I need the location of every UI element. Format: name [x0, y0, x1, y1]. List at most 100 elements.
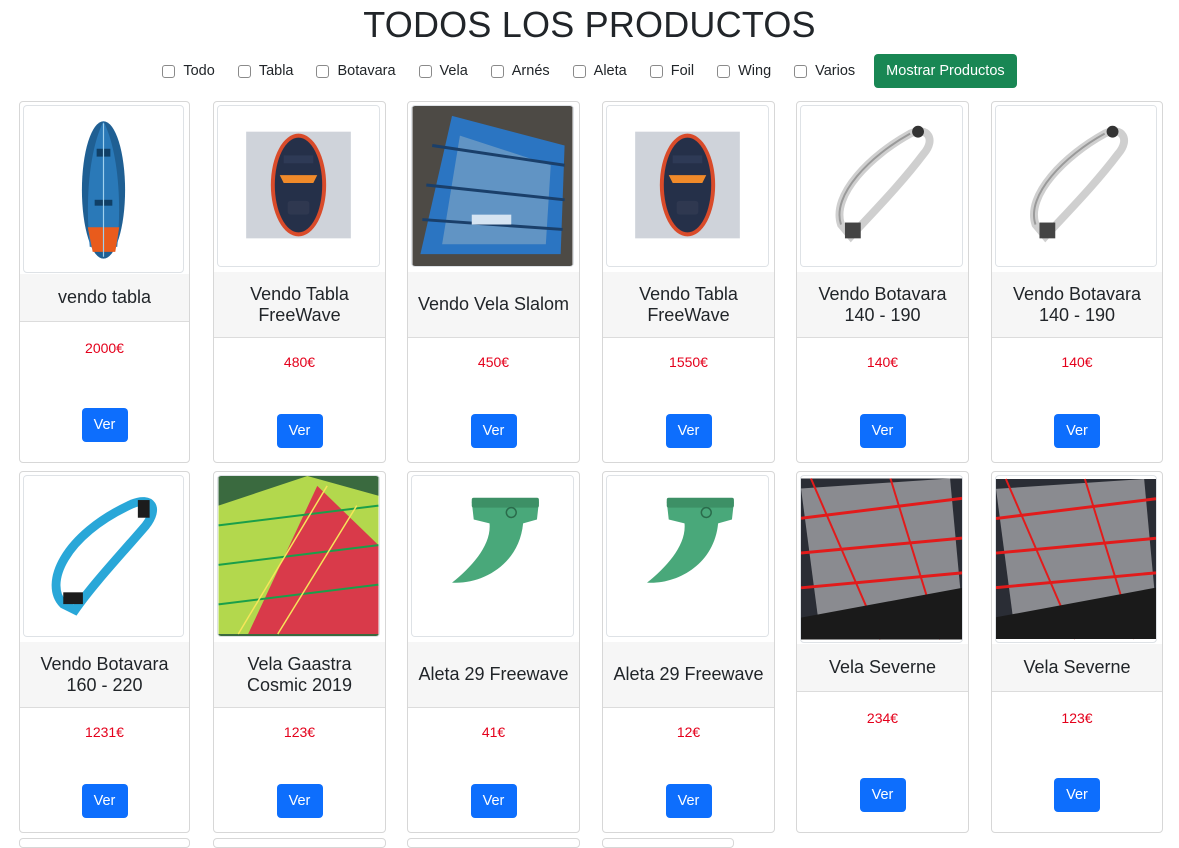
product-card-partial — [407, 838, 580, 848]
product-name: Vendo Vela Slalom — [408, 272, 579, 338]
filter-varios[interactable]: Varios — [794, 63, 855, 79]
sail-icon — [801, 478, 962, 640]
filter-label: Todo — [183, 63, 215, 79]
sail-icon — [218, 476, 379, 636]
filter-foil[interactable]: Foil — [649, 63, 694, 79]
product-name: Vendo Tabla FreeWave — [214, 272, 385, 338]
product-card-partial — [602, 838, 734, 848]
product-card-partial — [213, 838, 386, 848]
product-name: Vela Severne — [797, 644, 968, 692]
filter-botavara[interactable]: Botavara — [316, 63, 396, 79]
product-image — [606, 475, 769, 637]
show-products-button[interactable]: Mostrar Productos — [874, 54, 1017, 88]
product-price: 140€ — [1061, 354, 1093, 370]
page-title: TODOS LOS PRODUCTOS — [363, 4, 816, 45]
product-name: vendo tabla — [20, 274, 189, 322]
product-card: Vendo Vela Slalom 450€ Ver — [407, 101, 580, 463]
checkbox[interactable] — [490, 64, 504, 78]
product-price: 450€ — [477, 354, 510, 370]
filter-label: Varios — [815, 63, 856, 79]
sail-icon — [412, 106, 573, 266]
product-price: 123€ — [283, 724, 316, 740]
product-image — [23, 475, 184, 637]
product-price: 1231€ — [85, 724, 124, 740]
product-name: Aleta 29 Freewave — [603, 642, 774, 708]
view-product-button[interactable]: Ver — [1054, 778, 1100, 812]
view-product-button[interactable]: Ver — [665, 414, 712, 448]
product-card: Vela Severne 123€ Ver — [991, 471, 1163, 833]
checkbox[interactable] — [162, 64, 176, 78]
view-product-button[interactable]: Ver — [81, 784, 128, 818]
product-name: Vela Gaastra Cosmic 2019 — [214, 642, 385, 708]
sail-icon — [996, 478, 1156, 640]
product-card: vendo tabla 2000€ Ver — [19, 101, 190, 463]
product-name: Vendo Botavara 160 - 220 — [20, 642, 189, 708]
filter-todo[interactable]: Todo — [162, 63, 215, 79]
checkbox[interactable] — [572, 64, 586, 78]
filter-tabla[interactable]: Tabla — [237, 63, 294, 79]
view-product-button[interactable]: Ver — [859, 414, 906, 448]
product-price: 1550€ — [669, 354, 708, 370]
product-card: Vela Severne 234€ Ver — [796, 471, 969, 833]
view-product-button[interactable]: Ver — [1054, 414, 1100, 448]
product-name: Vendo Botavara 140 - 190 — [992, 272, 1162, 338]
product-price: 480€ — [283, 354, 316, 370]
product-image — [995, 475, 1157, 643]
view-product-button[interactable]: Ver — [859, 778, 906, 812]
checkbox[interactable] — [794, 64, 808, 78]
checkbox[interactable] — [649, 64, 663, 78]
boom-icon — [24, 476, 183, 636]
view-product-button[interactable]: Ver — [665, 784, 712, 818]
product-card: Vela Gaastra Cosmic 2019 123€ Ver — [213, 471, 386, 833]
board-icon — [607, 106, 768, 266]
product-card: Aleta 29 Freewave 41€ Ver — [407, 471, 580, 833]
product-price: 41€ — [481, 724, 506, 740]
filter-vela[interactable]: Vela — [418, 63, 468, 79]
filter-arnes[interactable]: Arnés — [490, 63, 550, 79]
product-card-partial — [19, 838, 190, 848]
product-price: 140€ — [866, 354, 899, 370]
fin-icon — [412, 476, 573, 636]
product-image — [217, 105, 380, 267]
product-image — [411, 475, 574, 637]
filter-label: Tabla — [258, 63, 294, 79]
filter-label: Vela — [439, 63, 468, 79]
product-name: Aleta 29 Freewave — [408, 642, 579, 708]
product-price: 234€ — [866, 710, 899, 726]
product-image — [800, 475, 963, 643]
checkbox[interactable] — [316, 64, 330, 78]
product-price: 123€ — [1061, 710, 1093, 726]
product-card: Vendo Botavara 140 - 190 140€ Ver — [991, 101, 1163, 463]
view-product-button[interactable]: Ver — [81, 408, 128, 442]
boom-icon — [801, 106, 962, 266]
product-name: Vendo Tabla FreeWave — [603, 272, 774, 338]
category-filters: Todo Tabla Botavara Vela Arnés Aleta Foi… — [0, 53, 1179, 89]
view-product-button[interactable]: Ver — [276, 414, 323, 448]
filter-wing[interactable]: Wing — [717, 63, 771, 79]
product-card: Vendo Botavara 160 - 220 1231€ Ver — [19, 471, 190, 833]
product-price: 12€ — [676, 724, 701, 740]
product-card: Vendo Tabla FreeWave 480€ Ver — [213, 101, 386, 463]
product-image — [411, 105, 574, 267]
board-icon — [218, 106, 379, 266]
fin-icon — [607, 476, 768, 636]
checkbox[interactable] — [418, 64, 432, 78]
product-card: Aleta 29 Freewave 12€ Ver — [602, 471, 775, 833]
product-image — [606, 105, 769, 267]
view-product-button[interactable]: Ver — [470, 784, 517, 818]
filter-aleta[interactable]: Aleta — [572, 63, 627, 79]
checkbox[interactable] — [717, 64, 731, 78]
product-card: Vendo Tabla FreeWave 1550€ Ver — [602, 101, 775, 463]
filter-label: Botavara — [337, 63, 396, 79]
product-image — [800, 105, 963, 267]
view-product-button[interactable]: Ver — [470, 414, 517, 448]
view-product-button[interactable]: Ver — [276, 784, 323, 818]
filter-label: Arnés — [511, 63, 550, 79]
checkbox[interactable] — [237, 64, 251, 78]
product-name: Vela Severne — [992, 644, 1162, 692]
product-image — [23, 105, 184, 273]
product-price: 2000€ — [85, 340, 124, 356]
board-icon — [24, 109, 183, 269]
product-card: Vendo Botavara 140 - 190 140€ Ver — [796, 101, 969, 463]
filter-label: Aleta — [593, 63, 627, 79]
